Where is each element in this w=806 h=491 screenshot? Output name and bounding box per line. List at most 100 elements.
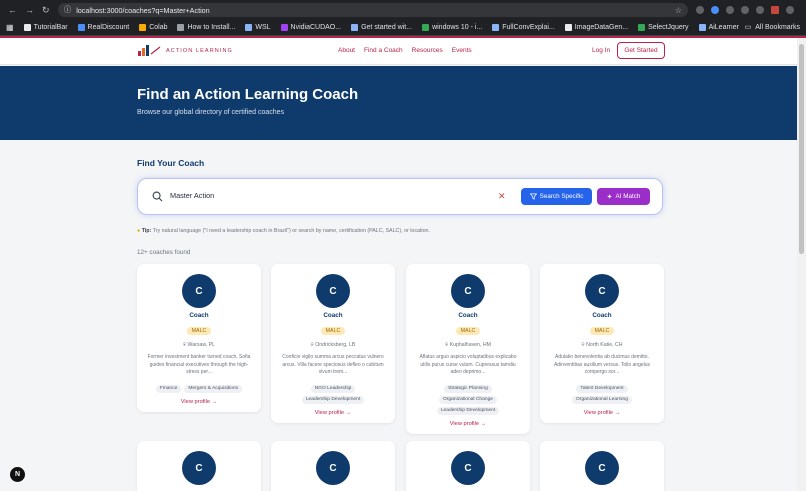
bookmark-label: FullConvExplai... [502, 24, 555, 31]
profile-icon[interactable] [771, 6, 779, 14]
ai-match-button[interactable]: ✦ AI Match [597, 188, 650, 205]
specialty-tag: Organizational Learning [572, 395, 632, 404]
coach-card[interactable]: C [137, 441, 261, 491]
coach-card[interactable]: C Coach MALC ⌾ Ondricksberg, LB Conficio… [271, 264, 395, 423]
bookmark-label: AiLearner [708, 24, 739, 31]
bookmark-favicon-icon [638, 24, 646, 31]
coach-description: Conficio vigilo summa arcus peccatus vul… [282, 354, 384, 375]
scrollbar-thumb[interactable] [799, 44, 804, 254]
avatar: C [316, 274, 350, 308]
bookmark-label: Colab [149, 24, 168, 31]
forward-icon[interactable]: → [25, 5, 34, 16]
extension-icon[interactable] [726, 6, 734, 14]
bookmark-star-icon[interactable]: ☆ [675, 6, 682, 15]
coach-card[interactable]: C Coach MALC ⌾ North Katie, CH Adulatio … [540, 264, 664, 423]
extensions-area [696, 6, 794, 14]
specialty-tag: NGO Leadership [310, 384, 356, 393]
dev-tools-badge[interactable]: N [10, 467, 25, 482]
results-count: 12+ coaches found [137, 249, 191, 256]
clear-icon[interactable]: ✕ [498, 191, 506, 202]
extensions-puzzle-icon[interactable] [741, 6, 749, 14]
bookmark-label: TutorialBar [33, 24, 68, 31]
coach-location: ⌾ Warsaw, PL [137, 342, 261, 349]
bookmark-item[interactable]: ImageDataGen... [564, 24, 628, 31]
coach-card[interactable]: C Coach MALC ⌾ Warsaw, PL Former investm… [137, 264, 261, 412]
view-profile-link[interactable]: View profile → [271, 410, 395, 423]
search-specific-button[interactable]: Search Specific [521, 188, 592, 205]
location-pin-icon: ⌾ [581, 342, 585, 348]
browser-nav: ← → ↻ [0, 5, 58, 16]
bookmark-item[interactable]: NvidiaCUDAO... [280, 24, 341, 31]
bookmark-favicon-icon [245, 24, 253, 31]
coach-name: Coach [592, 312, 612, 319]
lightbulb-icon: ● [137, 228, 141, 234]
browser-toolbar: ← → ↻ ⓘ localhost:3000/coaches?q=Master+… [0, 0, 806, 20]
tab-search-icon[interactable] [756, 6, 764, 14]
nav-link-events[interactable]: Events [452, 47, 472, 54]
coach-card[interactable]: C [406, 441, 530, 491]
all-bookmarks-label: All Bookmarks [755, 23, 800, 31]
bookmark-item[interactable]: SelectJquery [638, 24, 689, 31]
location-text: Kuphalhaven, HM [449, 342, 491, 348]
specialty-tag: Mergers & Acquisitions [184, 384, 243, 393]
avatar: C [182, 274, 216, 308]
address-bar[interactable]: ⓘ localhost:3000/coaches?q=Master+Action… [58, 3, 688, 17]
bookmark-item[interactable]: How to Install... [177, 24, 235, 31]
bookmark-item[interactable]: Get started wit... [351, 24, 412, 31]
logo[interactable]: ACTION LEARNING [138, 45, 233, 56]
coach-description: Former investment banker turned coach, S… [147, 354, 251, 375]
bookmark-item[interactable]: windows 10 - i... [422, 24, 482, 31]
view-profile-link[interactable]: View profile → [406, 421, 530, 434]
bookmark-item[interactable]: WSL [245, 24, 271, 31]
view-profile-link[interactable]: View profile → [137, 399, 261, 412]
avatar: C [585, 274, 619, 308]
nav-link-find-a-coach[interactable]: Find a Coach [364, 47, 403, 54]
extension-icon[interactable] [711, 6, 719, 14]
specialty-tag: Organizational Change [438, 395, 498, 404]
specialty-tags: NGO Leadership Leadership Development [279, 384, 387, 404]
get-started-button[interactable]: Get Started [617, 42, 665, 59]
search-icon [152, 191, 163, 202]
tip-text: Try natural language ("I need a leadersh… [152, 228, 430, 234]
specialty-tag: Talent Development [576, 384, 628, 393]
bookmark-item[interactable]: FullConvExplai... [492, 24, 555, 31]
specialty-tag: Leadership Development [301, 395, 365, 404]
view-profile-link[interactable]: View profile → [540, 410, 664, 423]
coach-card[interactable]: C [540, 441, 664, 491]
coach-name: Coach [323, 312, 343, 319]
specialty-tag: Leadership Development [436, 406, 500, 415]
search-input[interactable]: Master Action [170, 191, 214, 200]
bookmark-label: SelectJquery [648, 24, 689, 31]
bookmark-label: windows 10 - i... [432, 24, 483, 31]
nav-link-resources[interactable]: Resources [412, 47, 443, 54]
coach-location: ⌾ Ondricksberg, LB [271, 342, 395, 349]
bookmark-item[interactable]: TutorialBar [23, 24, 68, 31]
logo-text: ACTION LEARNING [166, 47, 233, 54]
coach-card[interactable]: C Coach MALC ⌾ Kuphalhaven, HM Aflatus a… [406, 264, 530, 434]
bookmark-favicon-icon [23, 24, 31, 31]
sparkle-icon: ✦ [606, 193, 613, 201]
extension-icon[interactable] [696, 6, 704, 14]
avatar: C [182, 451, 216, 485]
back-icon[interactable]: ← [8, 5, 17, 16]
bookmarks-bar: ▦ TutorialBar RealDiscount Colab How to Ins… [0, 20, 806, 36]
specialty-tags: Talent Development Organizational Learnin… [548, 384, 656, 404]
coach-card[interactable]: C [271, 441, 395, 491]
site-info-icon[interactable]: ⓘ [64, 5, 71, 15]
bookmark-favicon-icon [492, 24, 500, 31]
apps-grid-icon[interactable]: ▦ [6, 23, 14, 32]
specialty-tags: Strategic Planning Organizational Change L… [414, 384, 522, 415]
all-bookmarks[interactable]: ▭ All Bookmarks [745, 23, 800, 32]
bookmark-item[interactable]: AiLearner [698, 24, 739, 31]
bookmark-favicon-icon [77, 24, 85, 31]
tip-label: Tip: [141, 228, 152, 234]
avatar: C [451, 451, 485, 485]
nav-link-about[interactable]: About [338, 47, 355, 54]
menu-icon[interactable] [786, 6, 794, 14]
bookmark-favicon-icon [280, 24, 288, 31]
bookmark-item[interactable]: Colab [139, 24, 167, 31]
location-pin-icon: ⌾ [445, 342, 449, 348]
reload-icon[interactable]: ↻ [42, 5, 50, 16]
bookmark-item[interactable]: RealDiscount [77, 24, 129, 31]
login-link[interactable]: Log In [592, 47, 610, 54]
